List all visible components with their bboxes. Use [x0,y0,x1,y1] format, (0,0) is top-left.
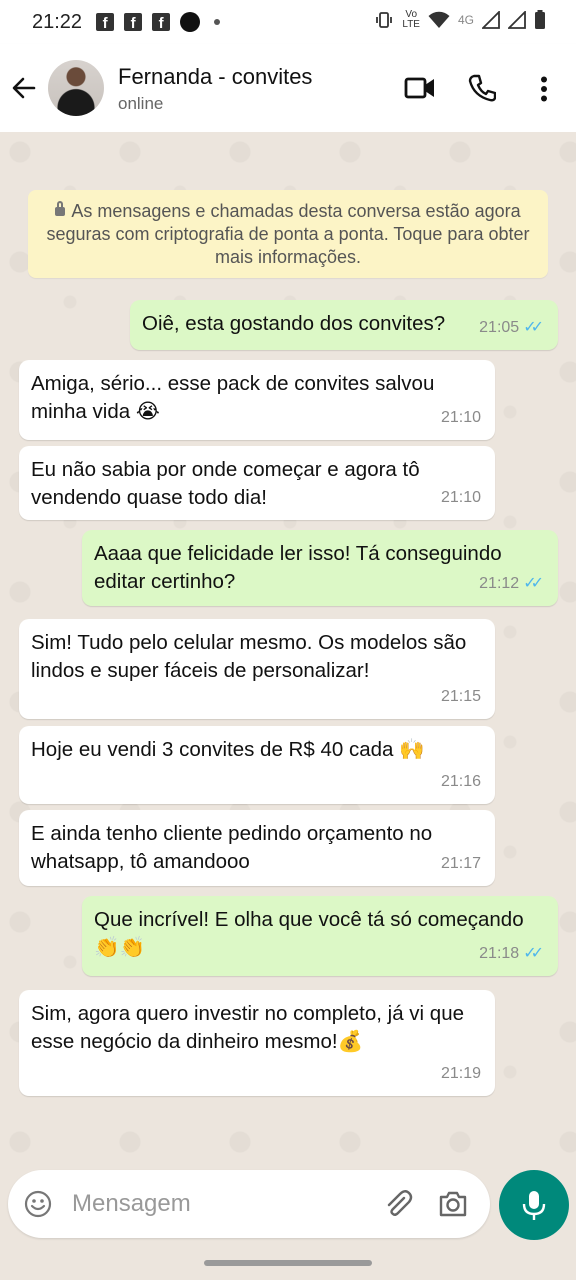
message-bubble-outgoing[interactable]: Que incrível! E olha que você tá só come… [82,896,558,976]
signal-icon [508,11,526,29]
message-bubble-incoming[interactable]: Eu não sabia por onde começar e agora tô… [19,446,495,520]
message-input[interactable]: Mensagem [72,1190,191,1218]
read-ticks-icon: ✓✓ [523,575,544,592]
lock-icon [55,201,66,216]
message-text: Amiga, sério... esse pack de convites sa… [31,372,435,423]
message-time: 21:05 [479,319,520,336]
message-bubble-incoming[interactable]: E ainda tenho cliente pedindo orçamento … [19,810,495,886]
message-bubble-incoming[interactable]: Sim! Tudo pelo celular mesmo. Os modelos… [19,619,495,719]
message-time: 21:17 [440,855,481,872]
message-text: Que incrível! E olha que você tá só come… [94,908,524,959]
system-icons: Vo LTE 4G [374,10,546,30]
message-meta: 21:10 [441,404,481,432]
contact-status: online [118,94,164,113]
video-call-icon[interactable] [404,74,436,102]
message-bubble-incoming[interactable]: Sim, agora quero investir no completo, j… [19,990,495,1096]
camera-icon[interactable] [438,1190,468,1218]
message-time: 21:16 [440,773,481,790]
read-ticks-icon: ✓✓ [523,319,544,336]
message-text: Sim, agora quero investir no completo, j… [31,1002,465,1053]
more-vert-icon[interactable] [538,76,550,102]
message-text: Aaaa que felicidade ler isso! Tá consegu… [94,542,502,593]
message-meta: 21:16 [441,768,481,796]
clock: 21:22 [32,10,83,33]
message-text: Eu não sabia por onde começar e agora tô… [31,458,420,509]
message-meta: 21:19 [441,1060,481,1088]
message-bubble-outgoing[interactable]: Aaaa que felicidade ler isso! Tá consegu… [82,530,558,606]
back-arrow-icon[interactable] [10,74,38,102]
message-text: E ainda tenho cliente pedindo orçamento … [31,822,433,873]
system-nav-bar [0,1244,576,1280]
message-text: Hoje eu vendi 3 convites de R$ 40 cada 🙌 [31,738,425,761]
facebook-icon: f [152,13,171,31]
volte-bottom: LTE [402,19,420,30]
battery-icon [535,10,545,29]
message-meta: 21:05 ✓✓ [479,314,544,342]
encryption-notice[interactable]: As mensagens e chamadas desta conversa e… [28,190,548,278]
mic-button[interactable] [499,1170,569,1240]
mic-icon [522,1191,546,1220]
emoji-icon[interactable] [24,1190,52,1218]
message-bubble-incoming[interactable]: Hoje eu vendi 3 convites de R$ 40 cada 🙌… [19,726,495,804]
message-bubble-incoming[interactable]: Amiga, sério... esse pack de convites sa… [19,360,495,440]
chat-area[interactable]: As mensagens e chamadas desta conversa e… [0,132,576,1166]
message-time: 21:15 [440,688,481,705]
message-time: 21:12 [479,575,520,592]
status-bar: 21:22 f f f Vo LTE 4G [0,0,576,44]
phone-icon[interactable] [468,74,496,102]
message-bubble-outgoing[interactable]: Oiê, esta gostando dos convites? 21:05 ✓✓ [130,300,558,350]
contact-name[interactable]: Fernanda - convites [118,64,312,90]
network-type: 4G [457,13,474,27]
message-meta: 21:17 [441,850,481,878]
attach-icon[interactable] [382,1188,414,1220]
read-ticks-icon: ✓✓ [523,945,544,962]
notification-icons: f f f [96,12,221,32]
message-text: Oiê, esta gostando dos convites? [142,312,446,335]
message-time: 21:19 [440,1065,481,1082]
chat-header: Fernanda - convites online [0,44,576,132]
message-time: 21:18 [479,945,520,962]
message-meta: 21:10 [441,484,481,512]
avatar[interactable] [48,60,104,116]
encryption-notice-text: As mensagens e chamadas desta conversa e… [46,201,530,267]
message-meta: 21:12 ✓✓ [479,570,544,598]
notification-dot-icon [180,12,201,32]
home-gesture-pill[interactable] [204,1260,372,1266]
message-time: 21:10 [440,409,481,426]
message-composer[interactable]: Mensagem [8,1170,490,1238]
message-time: 21:10 [440,489,481,506]
wifi-icon [428,11,450,28]
vibrate-icon [376,12,393,28]
volte-label: Vo LTE [402,10,420,30]
message-text: Sim! Tudo pelo celular mesmo. Os modelos… [31,631,467,682]
facebook-icon: f [124,13,143,31]
message-meta: 21:15 [441,683,481,711]
facebook-icon: f [96,13,115,31]
signal-icon [482,11,500,29]
message-meta: 21:18 ✓✓ [479,940,544,968]
small-dot-icon [214,19,221,25]
